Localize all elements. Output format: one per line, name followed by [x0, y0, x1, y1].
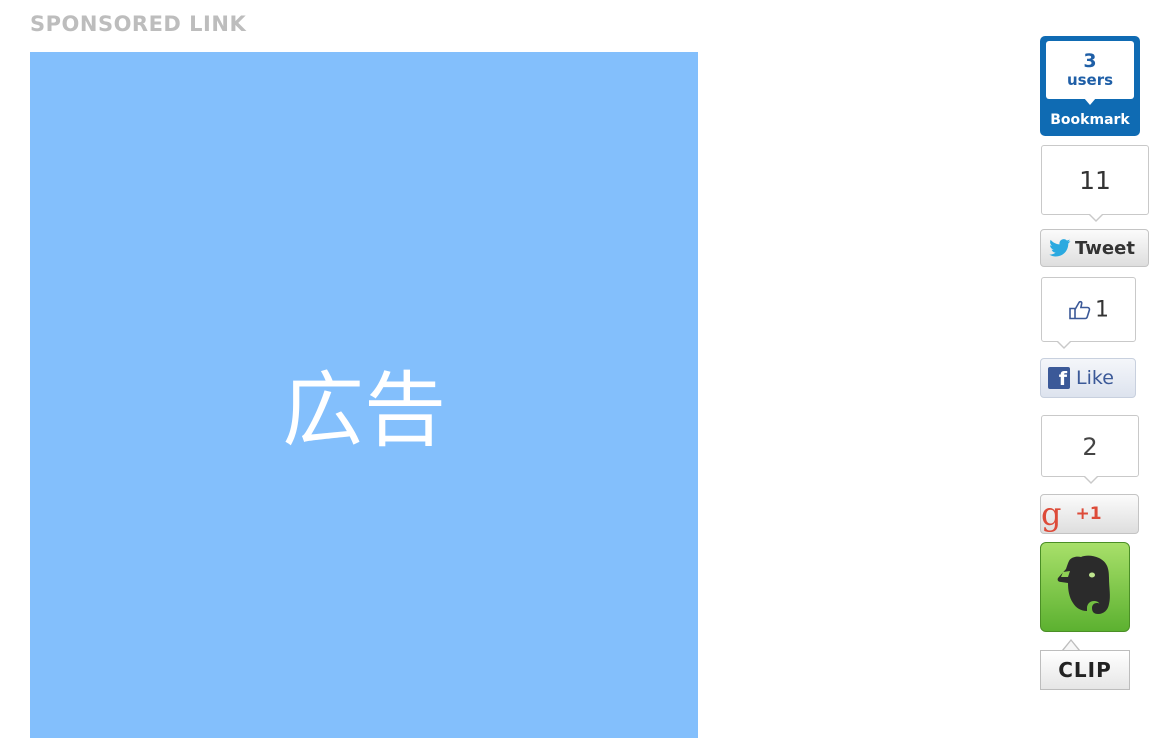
hatena-pointer	[1084, 98, 1096, 105]
hatena-bookmark-label: Bookmark	[1050, 112, 1130, 128]
hatena-count-number: 3	[1083, 50, 1097, 72]
tweet-button-label: Tweet	[1075, 237, 1135, 259]
hatena-bookmark-count: 3 users	[1046, 41, 1134, 99]
google-plus-one-button[interactable]: g +1	[1040, 494, 1139, 534]
evernote-elephant-icon	[1057, 555, 1110, 614]
facebook-f-icon: f	[1048, 367, 1070, 389]
hatena-count-unit: users	[1066, 71, 1114, 89]
twitter-bird-icon	[1049, 239, 1071, 257]
google-plus-count: 2	[1041, 415, 1139, 484]
ad-text: 広告	[281, 363, 446, 459]
google-g-icon: g	[1041, 495, 1062, 533]
evernote-button[interactable]	[1040, 542, 1130, 632]
google-plus-count-tail-inner	[1084, 475, 1098, 482]
facebook-like-button[interactable]: f Like	[1040, 358, 1136, 398]
ad-placeholder[interactable]: 広告	[30, 52, 698, 738]
google-plus-one-label: +1	[1075, 504, 1102, 524]
evernote-clip-button[interactable]: CLIP	[1040, 650, 1130, 690]
sponsored-link-label: SPONSORED LINK	[30, 12, 247, 36]
facebook-count-inner: 1	[1042, 297, 1135, 322]
hatena-bookmark-button[interactable]: 3 users Bookmark	[1040, 36, 1140, 136]
facebook-like-label: Like	[1076, 367, 1114, 389]
tweet-count-number: 11	[1079, 166, 1111, 195]
tweet-count: 11	[1041, 145, 1149, 222]
facebook-count-number: 1	[1095, 297, 1109, 322]
thumbs-up-icon	[1069, 300, 1091, 320]
facebook-count-tail-inner	[1057, 340, 1071, 347]
tweet-count-tail-inner	[1089, 213, 1103, 220]
tweet-button[interactable]: Tweet	[1040, 229, 1149, 267]
google-plus-count-number: 2	[1082, 433, 1098, 461]
facebook-like-count: 1	[1041, 277, 1136, 349]
